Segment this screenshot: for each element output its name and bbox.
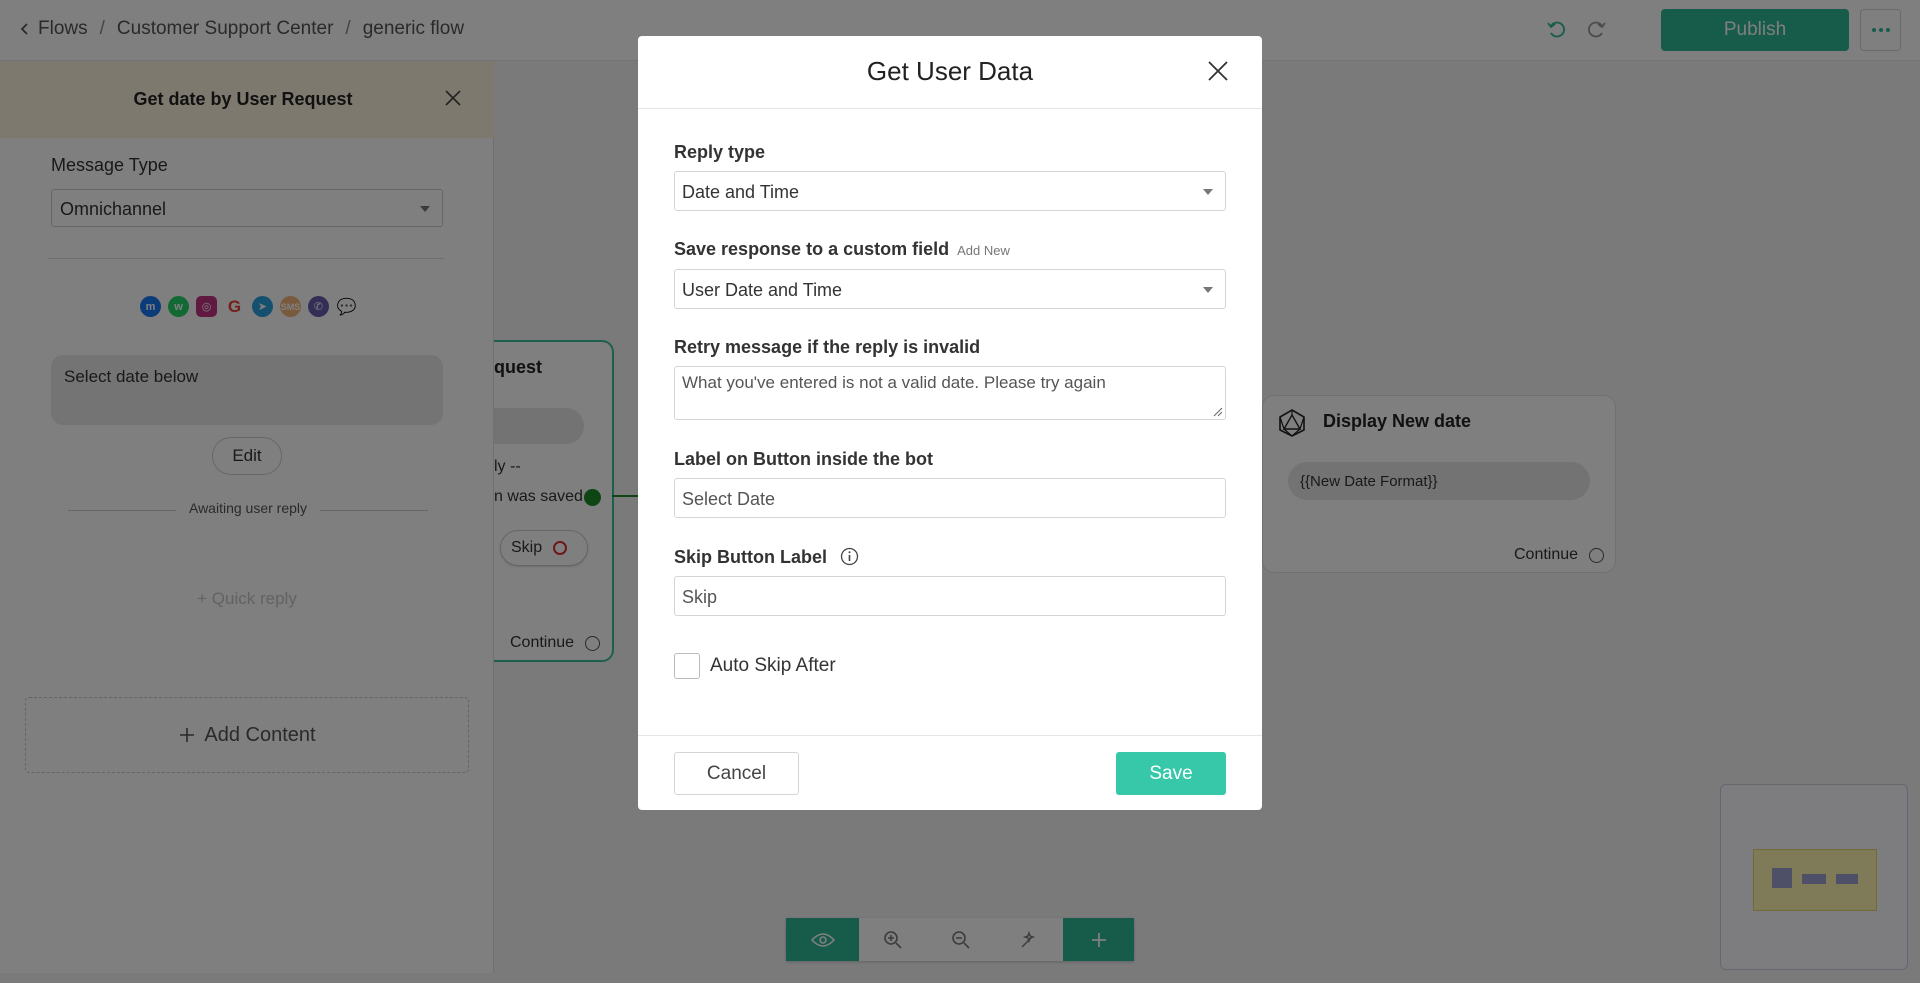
skip-button-label-label: Skip Button Label	[674, 547, 859, 568]
reply-type-select[interactable]: Date and Time	[674, 171, 1226, 211]
reply-type-value: Date and Time	[682, 182, 800, 202]
retry-message-value: What you've entered is not a valid date.…	[682, 373, 1106, 392]
skip-button-label-input[interactable]: Skip	[674, 576, 1226, 616]
custom-field-select[interactable]: User Date and Time	[674, 269, 1226, 309]
auto-skip-label[interactable]: Auto Skip After	[710, 655, 836, 677]
retry-message-textarea[interactable]: What you've entered is not a valid date.…	[674, 366, 1226, 420]
get-user-data-dialog: Get User Data Reply type Date and Time S…	[638, 36, 1262, 810]
close-icon[interactable]	[1205, 58, 1231, 84]
skip-button-label-text: Skip Button Label	[674, 547, 827, 567]
button-label-value: Select Date	[682, 489, 776, 509]
custom-field-value: User Date and Time	[682, 280, 843, 300]
reply-type-label: Reply type	[674, 142, 766, 162]
add-new-link[interactable]: Add New	[957, 243, 1010, 258]
retry-message-label: Retry message if the reply is invalid	[674, 337, 981, 357]
cancel-button[interactable]: Cancel	[674, 752, 799, 795]
info-icon[interactable]	[840, 547, 859, 566]
button-label-label: Label on Button inside the bot	[674, 449, 933, 469]
chevron-down-icon	[1203, 189, 1213, 195]
dialog-title: Get User Data	[866, 56, 1034, 86]
custom-field-label-text: Save response to a custom field	[674, 239, 950, 259]
dialog-header: Get User Data	[638, 36, 1262, 109]
chevron-down-icon	[1203, 287, 1213, 293]
custom-field-label: Save response to a custom field Add New	[674, 239, 1010, 260]
button-label-input[interactable]: Select Date	[674, 478, 1226, 518]
dialog-footer-divider	[638, 735, 1262, 736]
skip-button-label-value: Skip	[682, 587, 718, 607]
auto-skip-checkbox[interactable]	[674, 653, 700, 679]
save-button[interactable]: Save	[1116, 752, 1226, 795]
resize-handle-icon[interactable]	[1213, 407, 1223, 417]
